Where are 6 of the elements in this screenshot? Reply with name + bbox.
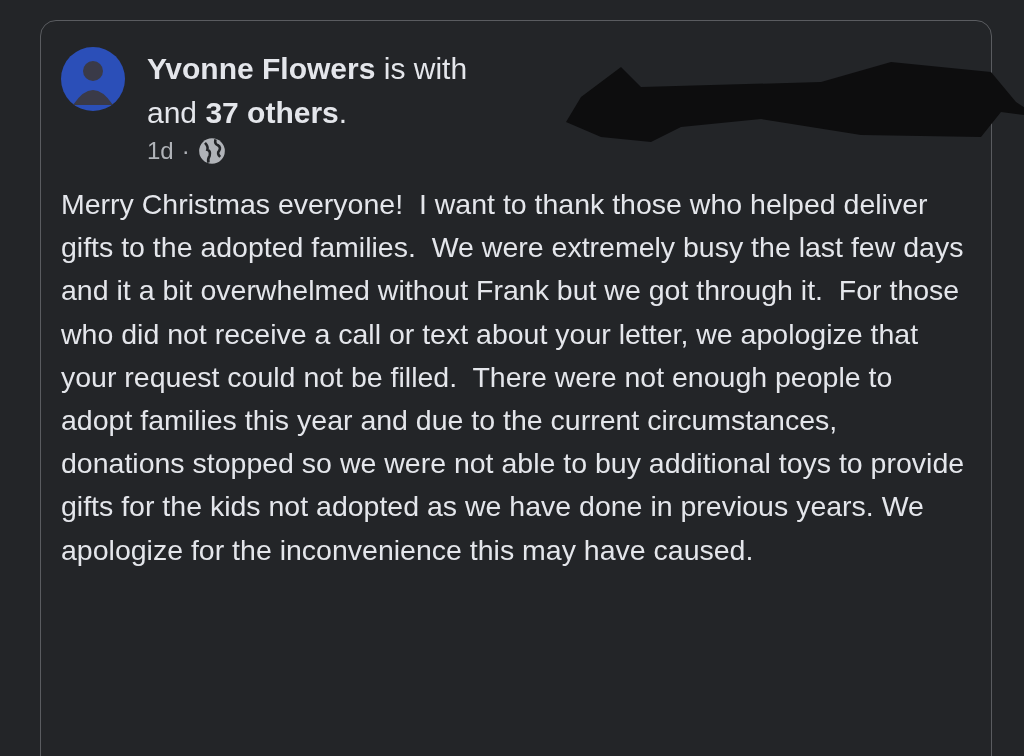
post-headline: and 37 others. [147, 95, 349, 131]
globe-icon [197, 137, 226, 165]
post-headline: Yvonne Flowers is with [147, 51, 468, 87]
separator-dot: · [181, 137, 190, 165]
post-time[interactable]: 1d [147, 137, 174, 165]
post-text: Merry Christmas everyone! I want to thank those who helped deliver gifts to the adopted families. We were extremely busy the last few days and it a bit overwhelmed without Frank but we got through it. For those who did not receive a call or text about your letter, we apologize that your request could not be filled. There were not enough people to adopt families this year and due to the current circumstances, donations stopped so we were not able to buy additional toys to provide gifts for the kids not adopted as we have done in previous years. We apologize for the inconvenience this may have caused. [61, 187, 966, 568]
